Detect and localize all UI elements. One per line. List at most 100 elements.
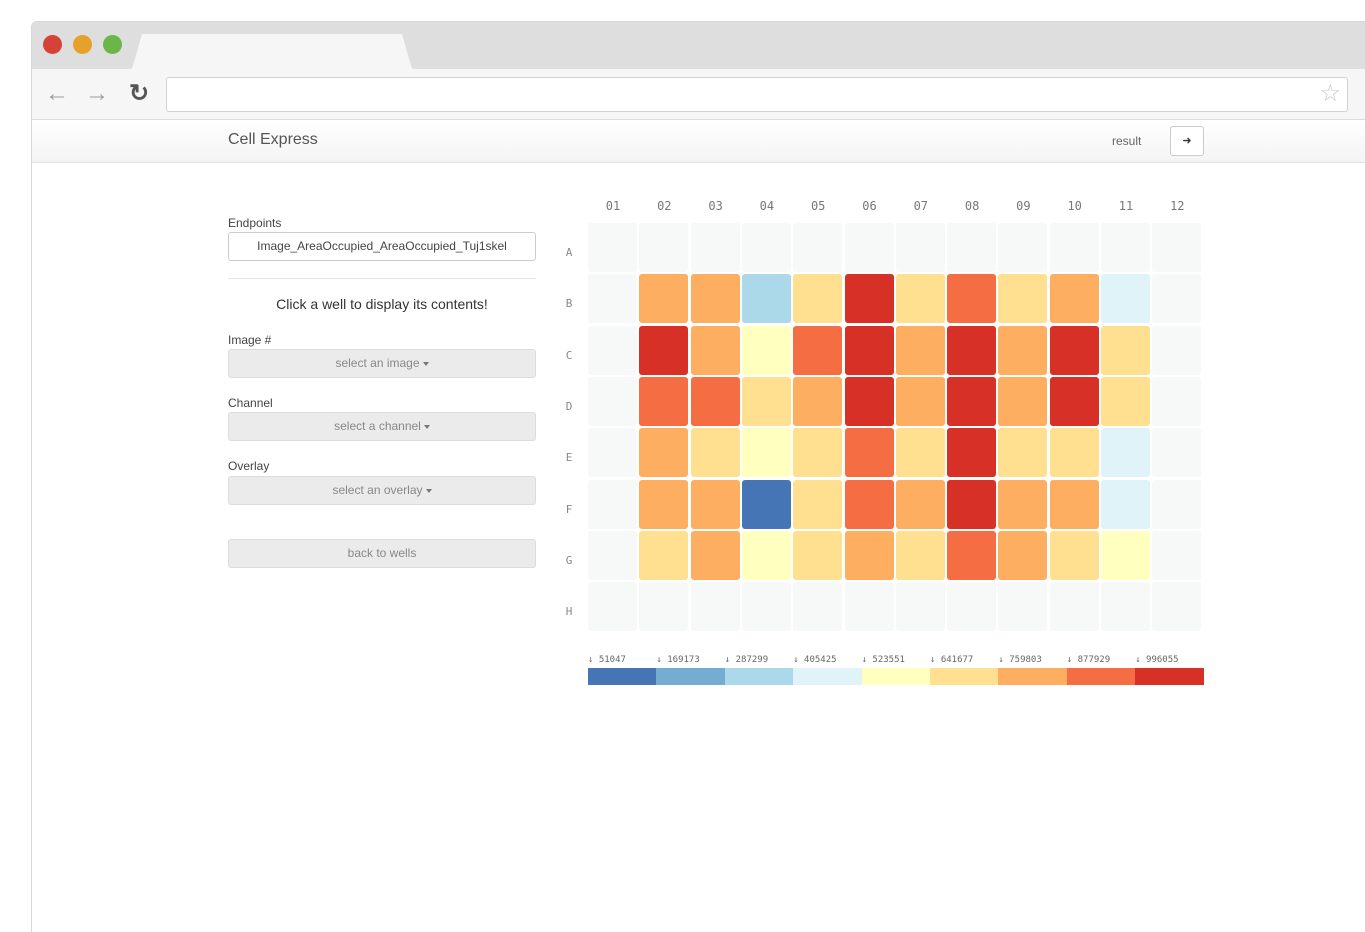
forward-arrow-icon[interactable]: → — [82, 79, 112, 109]
reload-icon[interactable]: ↻ — [124, 79, 154, 109]
well-H10[interactable] — [1049, 582, 1099, 632]
well-C06[interactable] — [844, 325, 894, 375]
well-E07[interactable] — [895, 428, 945, 478]
channel-select-button[interactable]: select a channel — [228, 412, 536, 441]
well-D11[interactable] — [1101, 376, 1150, 426]
well-C10[interactable] — [1049, 325, 1099, 375]
well-E05[interactable] — [793, 428, 843, 478]
well-D03[interactable] — [690, 376, 740, 426]
well-H01[interactable] — [588, 582, 637, 632]
well-B09[interactable] — [998, 274, 1048, 324]
well-F07[interactable] — [895, 479, 945, 529]
app-brand[interactable]: Cell Express — [228, 131, 318, 149]
well-G09[interactable] — [998, 530, 1048, 580]
well-B05[interactable] — [793, 274, 843, 324]
endpoint-select[interactable]: Image_AreaOccupied_AreaOccupied_Tuj1skel — [228, 232, 536, 261]
well-E08[interactable] — [947, 428, 997, 478]
well-G10[interactable] — [1049, 530, 1099, 580]
well-G02[interactable] — [639, 530, 689, 580]
well-A02[interactable] — [639, 223, 689, 272]
well-B10[interactable] — [1049, 274, 1099, 324]
image-select-button[interactable]: select an image — [228, 349, 536, 378]
well-C12[interactable] — [1152, 325, 1202, 375]
well-G04[interactable] — [741, 530, 791, 580]
well-C02[interactable] — [639, 325, 689, 375]
back-to-wells-button[interactable]: back to wells — [228, 539, 536, 568]
well-A03[interactable] — [690, 223, 740, 272]
well-F06[interactable] — [844, 479, 894, 529]
well-A01[interactable] — [588, 223, 637, 272]
well-C05[interactable] — [793, 325, 843, 375]
well-G01[interactable] — [588, 530, 637, 580]
well-E04[interactable] — [741, 428, 791, 478]
well-B04[interactable] — [741, 274, 791, 324]
well-E12[interactable] — [1152, 428, 1202, 478]
well-D09[interactable] — [998, 376, 1048, 426]
well-A08[interactable] — [947, 223, 997, 272]
well-H06[interactable] — [844, 582, 894, 632]
well-D02[interactable] — [639, 376, 689, 426]
well-H02[interactable] — [639, 582, 689, 632]
well-G03[interactable] — [690, 530, 740, 580]
well-E10[interactable] — [1049, 428, 1099, 478]
well-G11[interactable] — [1101, 530, 1150, 580]
maximize-window-icon[interactable] — [103, 35, 122, 54]
well-B07[interactable] — [895, 274, 945, 324]
well-G08[interactable] — [947, 530, 997, 580]
well-G12[interactable] — [1152, 530, 1202, 580]
well-B02[interactable] — [639, 274, 689, 324]
well-B06[interactable] — [844, 274, 894, 324]
bookmark-star-icon[interactable]: ☆ — [1319, 80, 1341, 108]
well-E03[interactable] — [690, 428, 740, 478]
well-D08[interactable] — [947, 376, 997, 426]
well-F05[interactable] — [793, 479, 843, 529]
well-F03[interactable] — [690, 479, 740, 529]
well-A06[interactable] — [844, 223, 894, 272]
well-B11[interactable] — [1101, 274, 1150, 324]
well-B08[interactable] — [947, 274, 997, 324]
well-H08[interactable] — [947, 582, 997, 632]
well-A04[interactable] — [741, 223, 791, 272]
well-F11[interactable] — [1101, 479, 1150, 529]
well-C04[interactable] — [741, 325, 791, 375]
well-E01[interactable] — [588, 428, 637, 478]
well-A11[interactable] — [1101, 223, 1150, 272]
well-D01[interactable] — [588, 376, 637, 426]
well-C09[interactable] — [998, 325, 1048, 375]
well-B01[interactable] — [588, 274, 637, 324]
well-F01[interactable] — [588, 479, 637, 529]
well-F09[interactable] — [998, 479, 1048, 529]
well-E11[interactable] — [1101, 428, 1150, 478]
well-F02[interactable] — [639, 479, 689, 529]
well-E02[interactable] — [639, 428, 689, 478]
well-C07[interactable] — [895, 325, 945, 375]
well-F10[interactable] — [1049, 479, 1099, 529]
minimize-window-icon[interactable] — [73, 35, 92, 54]
well-E09[interactable] — [998, 428, 1048, 478]
well-H11[interactable] — [1101, 582, 1150, 632]
well-A07[interactable] — [895, 223, 945, 272]
back-arrow-icon[interactable]: ← — [42, 79, 72, 109]
browser-tab[interactable] — [132, 34, 412, 69]
logout-button[interactable]: ➜ — [1170, 126, 1204, 156]
well-H09[interactable] — [998, 582, 1048, 632]
well-A09[interactable] — [998, 223, 1048, 272]
well-H05[interactable] — [793, 582, 843, 632]
close-window-icon[interactable] — [43, 35, 62, 54]
well-F12[interactable] — [1152, 479, 1202, 529]
well-G07[interactable] — [895, 530, 945, 580]
well-H07[interactable] — [895, 582, 945, 632]
well-H03[interactable] — [690, 582, 740, 632]
well-G06[interactable] — [844, 530, 894, 580]
well-D05[interactable] — [793, 376, 843, 426]
well-D12[interactable] — [1152, 376, 1202, 426]
well-C03[interactable] — [690, 325, 740, 375]
well-D04[interactable] — [741, 376, 791, 426]
well-A12[interactable] — [1152, 223, 1202, 272]
well-C08[interactable] — [947, 325, 997, 375]
well-H04[interactable] — [741, 582, 791, 632]
well-B03[interactable] — [690, 274, 740, 324]
well-F04[interactable] — [741, 479, 791, 529]
well-H12[interactable] — [1152, 582, 1202, 632]
well-D07[interactable] — [895, 376, 945, 426]
